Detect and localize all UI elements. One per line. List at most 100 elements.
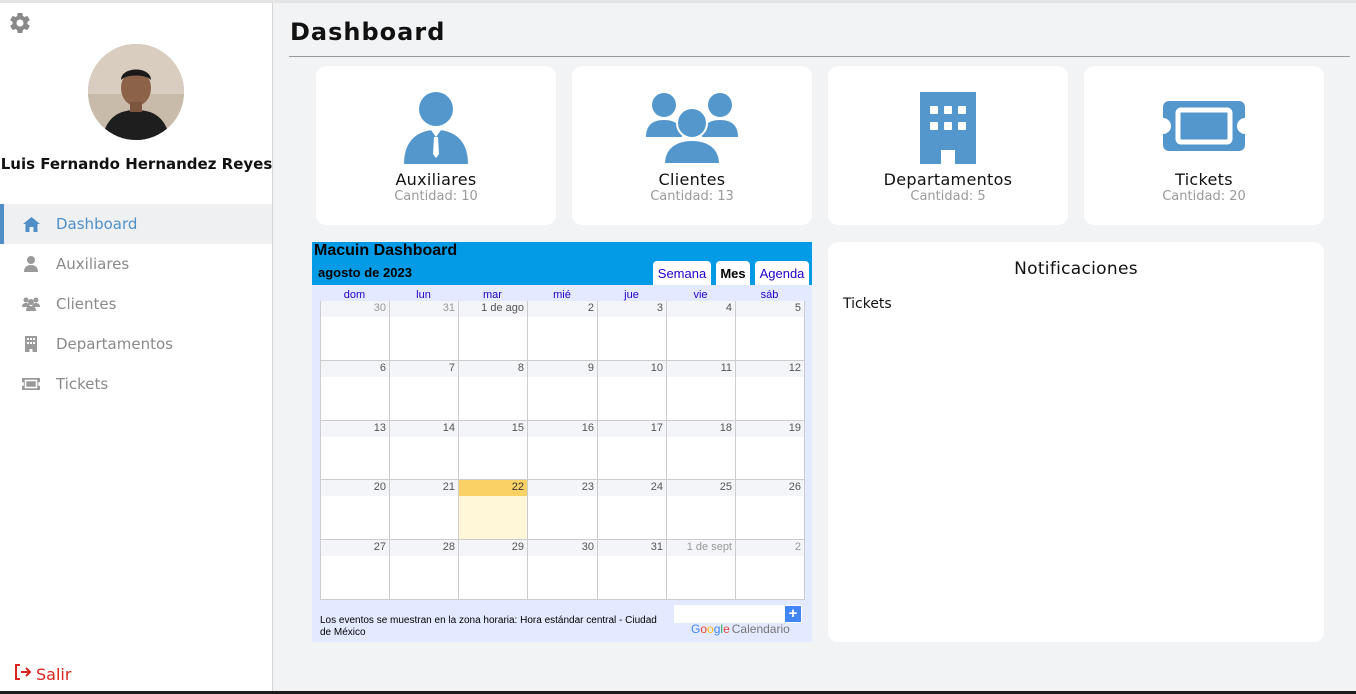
calendar-day[interactable]: 31 [390,301,459,361]
calendar-day[interactable]: 30 [528,540,598,600]
day-number: 30 [321,301,389,317]
sidebar-item-clientes[interactable]: Clientes [0,284,272,324]
day-number: 29 [459,540,527,556]
day-number: 5 [736,301,804,317]
day-number: 18 [667,421,735,437]
day-number: 9 [528,361,597,377]
building-icon [828,92,1068,164]
card-label: Departamentos [883,170,1013,189]
calendar-day[interactable]: 6 [321,361,390,421]
logout-label: Salir [36,664,72,684]
calendar-day[interactable]: 14 [390,421,459,480]
calendar-day[interactable]: 4 [667,301,736,361]
calendar-day-today[interactable]: 22 [459,480,528,540]
sidebar-item-dashboard[interactable]: Dashboard [0,204,272,244]
weekday-label: mié [553,289,571,301]
calendar-day[interactable]: 21 [390,480,459,540]
day-number: 16 [528,421,597,437]
calendar-day[interactable]: 16 [528,421,598,480]
card-label: Auxiliares [395,170,477,189]
calendar-day[interactable]: 31 [598,540,667,600]
calendar-day[interactable]: 19 [736,421,805,480]
calendar-day[interactable]: 18 [667,421,736,480]
calendar-day[interactable]: 28 [390,540,459,600]
sidebar-item-label: Dashboard [56,215,138,233]
tab-semana[interactable]: Semana [653,261,711,285]
card-departamentos[interactable]: Departamentos Cantidad: 5 [828,66,1068,225]
sidebar-item-label: Tickets [56,375,109,393]
users-icon [572,92,812,164]
tab-agenda[interactable]: Agenda [755,261,809,285]
weekday-label: lun [416,289,431,301]
calendar-day[interactable]: 24 [598,480,667,540]
calendar-day[interactable]: 3 [598,301,667,361]
google-calendar-embed: Macuin Dashboard agosto de 2023 Semana M… [312,242,812,642]
calendar-day[interactable]: 1 de sept [667,540,736,600]
notification-item[interactable]: Tickets [843,296,892,312]
calendar-wordmark: Calendario [731,622,790,636]
calendar-title: Macuin Dashboard [314,242,458,259]
google-wordmark: Google [691,622,730,636]
google-calendar-logo[interactable]: Google Calendario [691,622,790,636]
day-number: 6 [321,361,389,377]
day-number: 20 [321,480,389,496]
calendar-month: agosto de 2023 [318,265,412,280]
day-number: 15 [459,421,527,437]
calendar-day[interactable]: 30 [321,301,390,361]
calendar-day[interactable]: 15 [459,421,528,480]
add-calendar-button[interactable]: + [785,606,801,622]
day-number: 7 [390,361,458,377]
calendar-day[interactable]: 2 [736,540,805,600]
day-number: 13 [321,421,389,437]
calendar-day[interactable]: 11 [667,361,736,421]
gear-icon[interactable] [8,11,32,35]
card-count: Cantidad: 5 [910,189,986,204]
user-name: Luis Fernando Hernandez Reyes [0,155,273,173]
weekday-label: sáb [760,289,779,301]
calendar-day[interactable]: 5 [736,301,805,361]
card-clientes[interactable]: Clientes Cantidad: 13 [572,66,812,225]
day-number: 28 [390,540,458,556]
calendar-day[interactable]: 9 [528,361,598,421]
calendar-day[interactable]: 29 [459,540,528,600]
card-auxiliares[interactable]: Auxiliares Cantidad: 10 [316,66,556,225]
calendar-day[interactable]: 23 [528,480,598,540]
day-number: 31 [390,301,458,317]
calendar-day[interactable]: 20 [321,480,390,540]
sidebar-item-tickets[interactable]: Tickets [0,364,272,404]
day-number: 22 [459,480,527,496]
card-count: Cantidad: 10 [394,189,478,204]
calendar-day[interactable]: 27 [321,540,390,600]
day-number: 2 [736,540,804,556]
weekday-label: vie [693,289,708,301]
weekday-label: mar [483,289,502,301]
calendar-day[interactable]: 10 [598,361,667,421]
day-number: 17 [598,421,666,437]
page-title: Dashboard [290,18,446,46]
calendar-day[interactable]: 26 [736,480,805,540]
calendar-day[interactable]: 1 de ago [459,301,528,361]
card-tickets[interactable]: Tickets Cantidad: 20 [1084,66,1324,225]
sidebar-item-auxiliares[interactable]: Auxiliares [0,244,272,284]
logout-button[interactable]: Salir [14,664,71,684]
sign-out-icon [14,664,32,684]
sidebar-item-label: Departamentos [56,335,173,353]
building-icon [22,335,40,353]
calendar-day[interactable]: 17 [598,421,667,480]
day-number: 23 [528,480,597,496]
day-number: 27 [321,540,389,556]
calendar-day[interactable]: 2 [528,301,598,361]
card-label: Clientes [658,170,726,189]
notifications-panel: Notificaciones Tickets [828,242,1324,642]
calendar-day[interactable]: 13 [321,421,390,480]
calendar-month-grid: 30 31 1 de ago 2 3 4 5 6 7 8 9 10 11 12 13 14 15 16 17 18 19… [320,301,805,600]
calendar-day[interactable]: 12 [736,361,805,421]
card-count: Cantidad: 13 [650,189,734,204]
sidebar-item-departamentos[interactable]: Departamentos [0,324,272,364]
title-divider [289,56,1350,57]
calendar-day[interactable]: 8 [459,361,528,421]
tab-mes[interactable]: Mes [716,261,750,285]
calendar-day[interactable]: 7 [390,361,459,421]
calendar-day[interactable]: 25 [667,480,736,540]
day-number: 1 de ago [459,301,527,317]
